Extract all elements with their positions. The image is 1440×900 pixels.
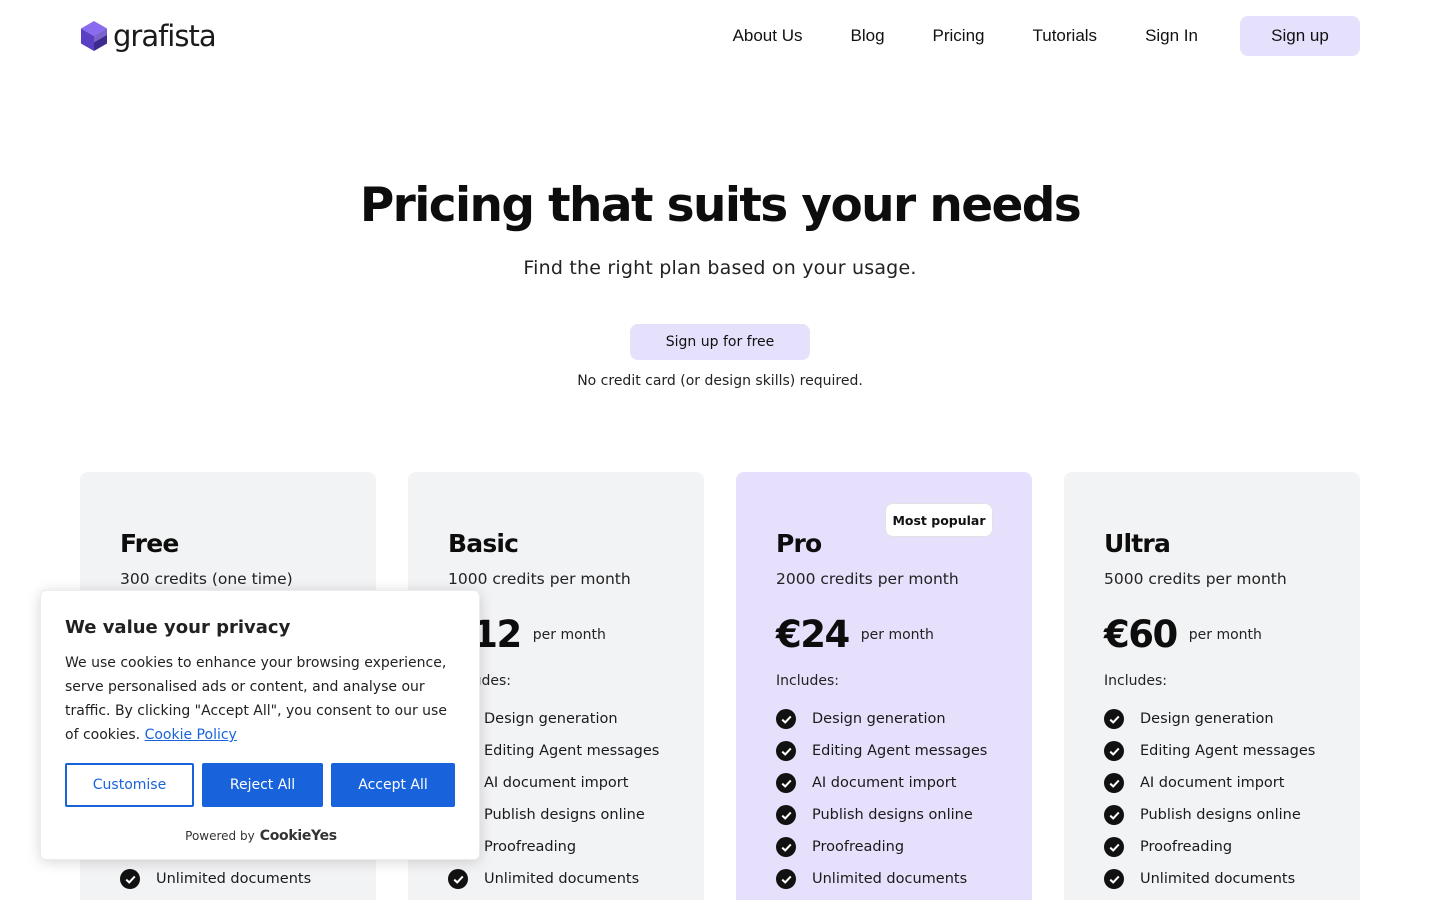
cube-logo-icon	[81, 21, 107, 51]
feature-label: Editing Agent messages	[1140, 743, 1316, 759]
price-period: per month	[1188, 627, 1262, 643]
cookieyes-logo[interactable]: CookieYes	[260, 828, 337, 844]
feature-label: Proofreading	[812, 839, 905, 855]
check-icon	[776, 837, 796, 857]
plan-credits: 2000 credits per month	[776, 570, 959, 588]
feature-label: Proofreading	[1140, 839, 1233, 855]
check-icon	[776, 773, 796, 793]
nav-pricing[interactable]: Pricing	[933, 26, 985, 46]
reject-all-button[interactable]: Reject All	[202, 763, 323, 807]
plan-price: €60	[1104, 613, 1178, 656]
cookie-title: We value your privacy	[65, 617, 291, 638]
check-icon	[1104, 709, 1124, 729]
feature-item: Publish designs online	[776, 799, 987, 831]
accept-all-button[interactable]: Accept All	[331, 763, 455, 807]
brand-name: grafista	[113, 18, 217, 53]
feature-item: Unlimited documents	[776, 863, 987, 895]
cookie-buttons: Customise Reject All Accept All	[65, 763, 455, 807]
powered-by: Powered by CookieYes	[41, 828, 481, 844]
feature-item: Proofreading	[1104, 831, 1315, 863]
feature-item: Unlimited documents	[448, 863, 659, 895]
check-icon	[776, 805, 796, 825]
feature-label: Publish designs online	[812, 807, 973, 823]
brand-logo[interactable]: grafista	[80, 18, 217, 53]
top-navigation: grafista About Us Blog Pricing Tutorials…	[0, 0, 1440, 72]
feature-label: AI document import	[484, 775, 629, 791]
feature-label: Unlimited documents	[812, 871, 968, 887]
feature-label: Design generation	[1140, 711, 1274, 727]
plan-name: Pro	[776, 529, 822, 558]
cookie-consent-banner: We value your privacy We use cookies to …	[40, 590, 480, 860]
feature-label: Proofreading	[484, 839, 577, 855]
plan-card-ultra: Ultra 5000 credits per month €60 per mon…	[1064, 472, 1360, 900]
plan-card-pro: Most popular Pro 2000 credits per month …	[736, 472, 1032, 900]
feature-item: AI document import	[776, 767, 987, 799]
feature-item: AI document import	[1104, 767, 1315, 799]
check-icon	[1104, 805, 1124, 825]
price-period: per month	[532, 627, 606, 643]
page-subtitle: Find the right plan based on your usage.	[523, 257, 917, 279]
feature-label: Publish designs online	[1140, 807, 1301, 823]
feature-item: Design generation	[776, 703, 987, 735]
feature-item: Unlimited documents	[1104, 863, 1315, 895]
powered-by-label: Powered by	[185, 829, 255, 843]
feature-item: Editing Agent messages	[776, 735, 987, 767]
price-period: per month	[860, 627, 934, 643]
feature-item: Editing Agent messages	[1104, 735, 1315, 767]
check-icon	[1104, 869, 1124, 889]
feature-item: Proofreading	[776, 831, 987, 863]
includes-label: Includes:	[1104, 673, 1167, 689]
plan-credits: 5000 credits per month	[1104, 570, 1287, 588]
sign-up-free-button[interactable]: Sign up for free	[630, 324, 810, 360]
plan-name: Basic	[448, 529, 519, 558]
includes-label: Includes:	[776, 673, 839, 689]
check-icon	[448, 869, 468, 889]
page-title: Pricing that suits your needs	[359, 178, 1082, 233]
nav-about-us[interactable]: About Us	[733, 26, 803, 46]
check-icon	[776, 709, 796, 729]
plan-credits: 1000 credits per month	[448, 570, 631, 588]
no-credit-card-note: No credit card (or design skills) requir…	[577, 373, 863, 389]
feature-label: Editing Agent messages	[812, 743, 988, 759]
check-icon	[1104, 837, 1124, 857]
nav-tutorials[interactable]: Tutorials	[1033, 26, 1098, 46]
cookie-text: We use cookies to enhance your browsing …	[65, 655, 447, 743]
customise-button[interactable]: Customise	[65, 763, 194, 807]
feature-label: Publish designs online	[484, 807, 645, 823]
check-icon	[776, 869, 796, 889]
plan-name: Ultra	[1104, 529, 1171, 558]
feature-label: Design generation	[484, 711, 618, 727]
feature-label: AI document import	[1140, 775, 1285, 791]
check-icon	[120, 869, 140, 889]
nav-blog[interactable]: Blog	[851, 26, 885, 46]
cookie-description: We use cookies to enhance your browsing …	[65, 651, 461, 747]
feature-label: Unlimited documents	[156, 871, 312, 887]
plan-price: €24	[776, 613, 850, 656]
check-icon	[1104, 741, 1124, 761]
cookie-policy-link[interactable]: Cookie Policy	[145, 727, 237, 743]
price-row: €24 per month	[776, 612, 934, 658]
plan-name: Free	[120, 529, 179, 558]
feature-label: AI document import	[812, 775, 957, 791]
feature-label: Editing Agent messages	[484, 743, 660, 759]
feature-item: Publish designs online	[1104, 799, 1315, 831]
nav-links: About Us Blog Pricing Tutorials Sign In …	[733, 16, 1360, 56]
feature-label: Design generation	[812, 711, 946, 727]
feature-item: Design generation	[1104, 703, 1315, 735]
plan-credits: 300 credits (one time)	[120, 570, 293, 588]
nav-sign-in[interactable]: Sign In	[1145, 26, 1198, 46]
check-icon	[1104, 773, 1124, 793]
feature-label: Unlimited documents	[484, 871, 640, 887]
price-row: €60 per month	[1104, 612, 1262, 658]
nav-sign-up-button[interactable]: Sign up	[1240, 16, 1360, 56]
feature-list: Design generation Editing Agent messages…	[1104, 703, 1315, 895]
check-icon	[776, 741, 796, 761]
feature-label: Unlimited documents	[1140, 871, 1296, 887]
most-popular-badge: Most popular	[885, 503, 993, 537]
feature-list: Design generation Editing Agent messages…	[776, 703, 987, 895]
feature-item: Unlimited documents	[120, 863, 311, 895]
